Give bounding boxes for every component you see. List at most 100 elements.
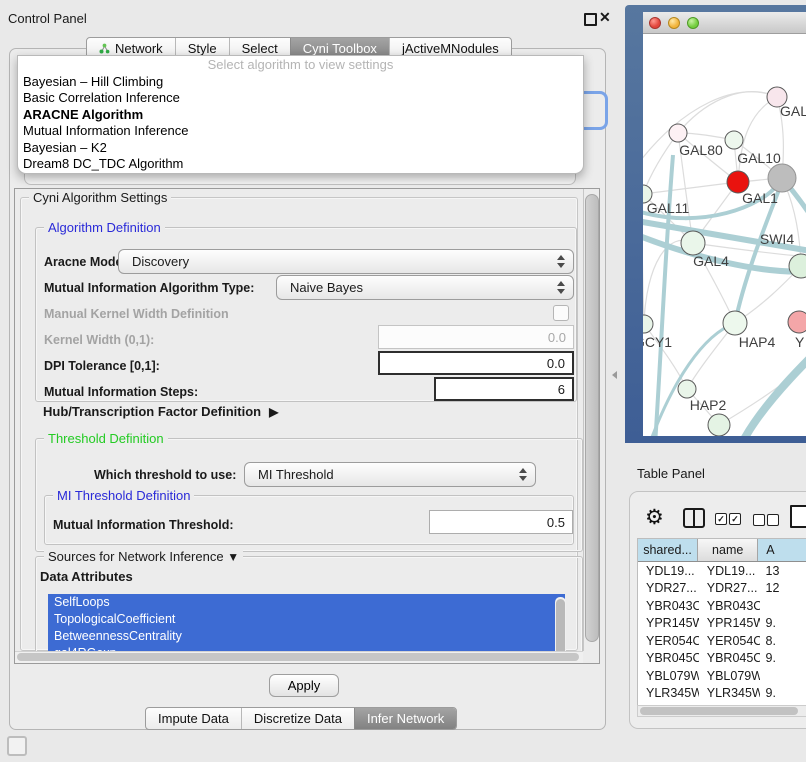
manual-kernel-checkbox[interactable]	[553, 305, 569, 321]
deselect-all-checkbox-icon[interactable]	[767, 514, 779, 526]
attribute-item-topologicalcoefficient[interactable]: TopologicalCoefficient	[48, 611, 565, 628]
table-cell	[760, 667, 806, 685]
tab-label: jActiveMNodules	[402, 41, 499, 56]
tab-infer-network[interactable]: Infer Network	[354, 708, 456, 729]
apply-button[interactable]: Apply	[269, 674, 339, 697]
panel-divider-grip-icon[interactable]	[612, 371, 617, 379]
network-edge[interactable]	[643, 182, 738, 194]
network-node-gal80[interactable]	[669, 124, 687, 142]
which-threshold-select[interactable]: MI Threshold	[244, 462, 536, 487]
node-label: GAL11	[647, 200, 690, 216]
network-node-hap4[interactable]	[723, 311, 747, 335]
hub-definition-expander[interactable]: Hub/Transcription Factor Definition ▶	[43, 404, 278, 419]
close-icon[interactable]: ✕	[599, 9, 611, 26]
network-icon	[99, 43, 110, 54]
show-panel-icon[interactable]	[7, 736, 27, 756]
tab-impute-data[interactable]: Impute Data	[146, 708, 241, 729]
kernel-width-input[interactable]: 0.0	[378, 325, 574, 349]
aracne-mode-select[interactable]: Discovery	[118, 249, 574, 274]
network-canvas[interactable]: GALGAL80GAL10GAL1GAL11GAL4SWI4GCY1HAP4YH…	[643, 35, 806, 436]
table-cell: YLR345W	[638, 685, 699, 703]
float-window-icon[interactable]	[584, 13, 597, 26]
network-node[interactable]	[708, 414, 730, 436]
select-all-checkbox-icon[interactable]: ✓	[715, 513, 727, 525]
table-row[interactable]: YBR043CYBR043C	[638, 597, 806, 615]
node-label: HAP2	[690, 397, 727, 413]
select-all-checkbox-icon[interactable]: ✓	[729, 513, 741, 525]
export-table-icon[interactable]	[790, 505, 806, 528]
algorithm-option-bayesian-k2[interactable]: Bayesian – K2	[18, 140, 583, 156]
algorithm-option-dream8-dc-tdc-algorithm[interactable]: Dream8 DC_TDC Algorithm	[18, 156, 583, 172]
stepper-icon	[557, 255, 565, 268]
dpi-tolerance-label: DPI Tolerance [0,1]:	[44, 359, 160, 373]
aracne-mode-label: Aracne Mode:	[44, 255, 127, 269]
algorithm-option-bayesian-hill-climbing[interactable]: Bayesian – Hill Climbing	[18, 74, 583, 90]
attributes-list-scrollbar[interactable]	[555, 597, 566, 659]
gear-icon[interactable]: ⚙	[645, 505, 664, 530]
mi-type-label: Mutual Information Algorithm Type:	[44, 281, 254, 295]
network-node-y[interactable]	[788, 311, 806, 333]
table-cell: YBL079W	[638, 667, 699, 685]
table-row[interactable]: YBL079WYBL079W	[638, 667, 806, 685]
expanded-arrow-icon[interactable]: ▼	[227, 550, 239, 564]
deselect-all-checkbox-icon[interactable]	[753, 514, 765, 526]
cyni-settings-scrollpane: Cyni Algorithm Settings Algorithm Defini…	[14, 188, 600, 664]
mi-threshold-input[interactable]: 0.5	[429, 510, 573, 534]
node-label: GAL4	[693, 253, 729, 269]
mi-type-select[interactable]: Naive Bayes	[276, 275, 574, 300]
table-cell: YDL19...	[638, 562, 699, 580]
table-row[interactable]: YBR045CYBR045C9.	[638, 650, 806, 668]
table-cell: YBR043C	[638, 597, 699, 615]
node-label: HAP4	[739, 334, 776, 350]
group-algorithm-definition: Algorithm Definition Aracne Mode: Discov…	[35, 227, 577, 402]
attribute-item-selfloops[interactable]: SelfLoops	[48, 594, 565, 611]
network-graph: GALGAL80GAL10GAL1GAL11GAL4SWI4GCY1HAP4YH…	[643, 35, 806, 436]
data-attributes-label: Data Attributes	[40, 569, 133, 584]
table-cell: YER054C	[638, 632, 699, 650]
algorithm-dropdown-popup: Select algorithm to view settings Bayesi…	[17, 55, 584, 174]
zoom-traffic-light-icon[interactable]	[687, 17, 699, 29]
network-edge-highlighted[interactable]	[741, 357, 806, 436]
tab-label: Style	[188, 41, 217, 56]
algorithm-option-mutual-information-inference[interactable]: Mutual Information Inference	[18, 123, 583, 139]
screen: Control Panel ✕ NetworkStyleSelectCyni T…	[0, 0, 806, 762]
table-row[interactable]: YDR27...YDR27...12	[638, 580, 806, 598]
attribute-item-betweennesscentrality[interactable]: BetweennessCentrality	[48, 628, 565, 645]
table-cell: 12	[760, 580, 806, 598]
columns-icon[interactable]	[683, 508, 705, 528]
column-header-name[interactable]: name	[698, 539, 758, 561]
table-row[interactable]: YER054CYER054C8.	[638, 632, 806, 650]
network-node-hap2[interactable]	[678, 380, 696, 398]
table-row[interactable]: YDL19...YDL19...13	[638, 562, 806, 580]
stepper-icon	[519, 468, 527, 481]
tab-label: Network	[115, 41, 163, 56]
table-horizontal-scrollbar[interactable]	[637, 705, 806, 717]
algorithm-option-aracne-algorithm[interactable]: ARACNE Algorithm	[18, 107, 583, 123]
network-node-gal4[interactable]	[681, 231, 705, 255]
table-cell: 9.	[760, 685, 806, 703]
dpi-tolerance-input[interactable]: 0.0	[378, 351, 574, 375]
column-header-shared[interactable]: shared...	[638, 539, 698, 561]
network-edge[interactable]	[678, 92, 777, 133]
settings-vertical-scrollbar[interactable]	[583, 189, 599, 651]
tab-discretize-data[interactable]: Discretize Data	[241, 708, 354, 729]
algorithm-option-basic-correlation-inference[interactable]: Basic Correlation Inference	[18, 90, 583, 106]
table-cell: YBR045C	[699, 650, 760, 668]
which-threshold-label: Which threshold to use:	[94, 468, 236, 482]
network-node-gal10[interactable]	[725, 131, 743, 149]
sources-title: Sources for Network Inference	[48, 549, 224, 564]
network-node-gcy1[interactable]	[643, 315, 653, 333]
close-traffic-light-icon[interactable]	[649, 17, 661, 29]
network-node[interactable]	[768, 164, 796, 192]
tab-label: Discretize Data	[254, 711, 342, 726]
minimize-traffic-light-icon[interactable]	[668, 17, 680, 29]
table-row[interactable]: YPR145WYPR145W9.	[638, 615, 806, 633]
stepper-icon	[557, 281, 565, 294]
table-cell: 13	[760, 562, 806, 580]
settings-horizontal-scrollbar[interactable]	[15, 651, 583, 663]
network-window-titlebar[interactable]	[643, 12, 806, 34]
mi-steps-input[interactable]: 6	[434, 377, 574, 401]
column-header-a[interactable]: A	[758, 539, 806, 561]
table-cell: YDL19...	[699, 562, 760, 580]
table-row[interactable]: YLR345WYLR345W9.	[638, 685, 806, 703]
